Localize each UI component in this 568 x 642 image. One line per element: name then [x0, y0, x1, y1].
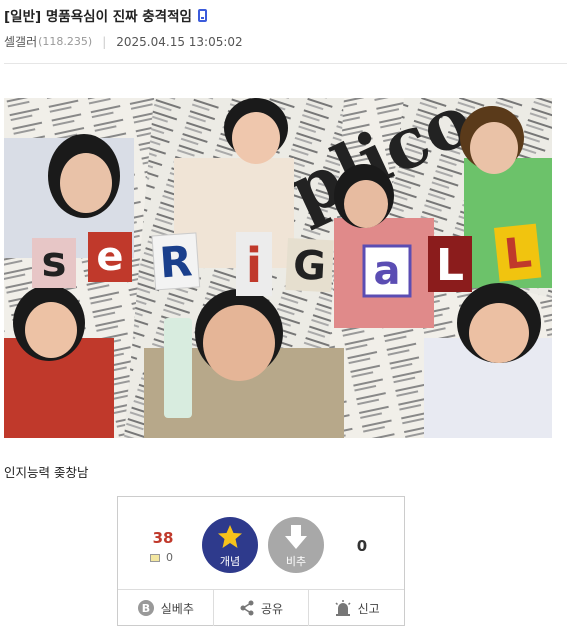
collage-image: plico ta [4, 98, 552, 438]
svg-text:B: B [142, 602, 150, 615]
downvote-button[interactable]: 비추 [268, 517, 324, 573]
share-label: 공유 [260, 601, 284, 616]
silbechu-label: 실베추 [160, 601, 194, 616]
down-arrow-icon [285, 525, 307, 549]
vote-box: 38 0 개념 비추 0 B 실베추 공유 신고 [117, 496, 405, 626]
header-divider [4, 63, 567, 64]
downvote-count: 0 [356, 537, 368, 555]
vote-actions: B 실베추 공유 신고 [118, 589, 404, 626]
siren-icon [334, 600, 352, 616]
letter-6: a [374, 248, 401, 294]
author-name[interactable]: 셀갤러 [4, 33, 37, 50]
fixed-upvote-row: 0 [150, 551, 173, 564]
star-icon [218, 525, 242, 548]
letter-5: G [292, 242, 327, 290]
upvote-count: 38 [152, 529, 174, 547]
post-title: 명품욕심이 진짜 충격적임 [45, 9, 192, 25]
upvote-label: 개념 [219, 555, 241, 568]
post-category: [일반] [4, 9, 42, 25]
fixed-upvote-count: 0 [166, 551, 173, 564]
author-ip: (118.235) [38, 35, 93, 48]
letter-7: L [436, 240, 464, 291]
post-meta: 셀갤러 (118.235) | 2025.04.15 13:05:02 [4, 33, 243, 50]
post-title-row: [일반] 명품욕심이 진짜 충격적임 [4, 5, 207, 25]
share-button[interactable]: 공유 [214, 590, 310, 626]
letter-1: s [42, 237, 67, 286]
report-label: 신고 [357, 601, 380, 616]
fixed-upvote-icon [150, 553, 160, 562]
post-body-text: 인지능력 좆창남 [4, 465, 89, 480]
report-button[interactable]: 신고 [309, 590, 404, 626]
letter-2: e [96, 234, 123, 280]
letter-4: i [246, 238, 262, 294]
letter-8: L [502, 227, 534, 279]
share-icon [239, 600, 255, 616]
post-image[interactable]: plico ta [4, 98, 552, 438]
post-date: 2025.04.15 13:05:02 [116, 34, 243, 49]
silbechu-button[interactable]: B 실베추 [118, 590, 214, 626]
meta-divider: | [102, 34, 107, 49]
letter-3: R [158, 236, 194, 287]
downvote-label: 비추 [285, 555, 307, 568]
b-circle-icon: B [137, 599, 155, 617]
mobile-icon [197, 8, 207, 22]
upvote-button[interactable]: 개념 [202, 517, 258, 573]
